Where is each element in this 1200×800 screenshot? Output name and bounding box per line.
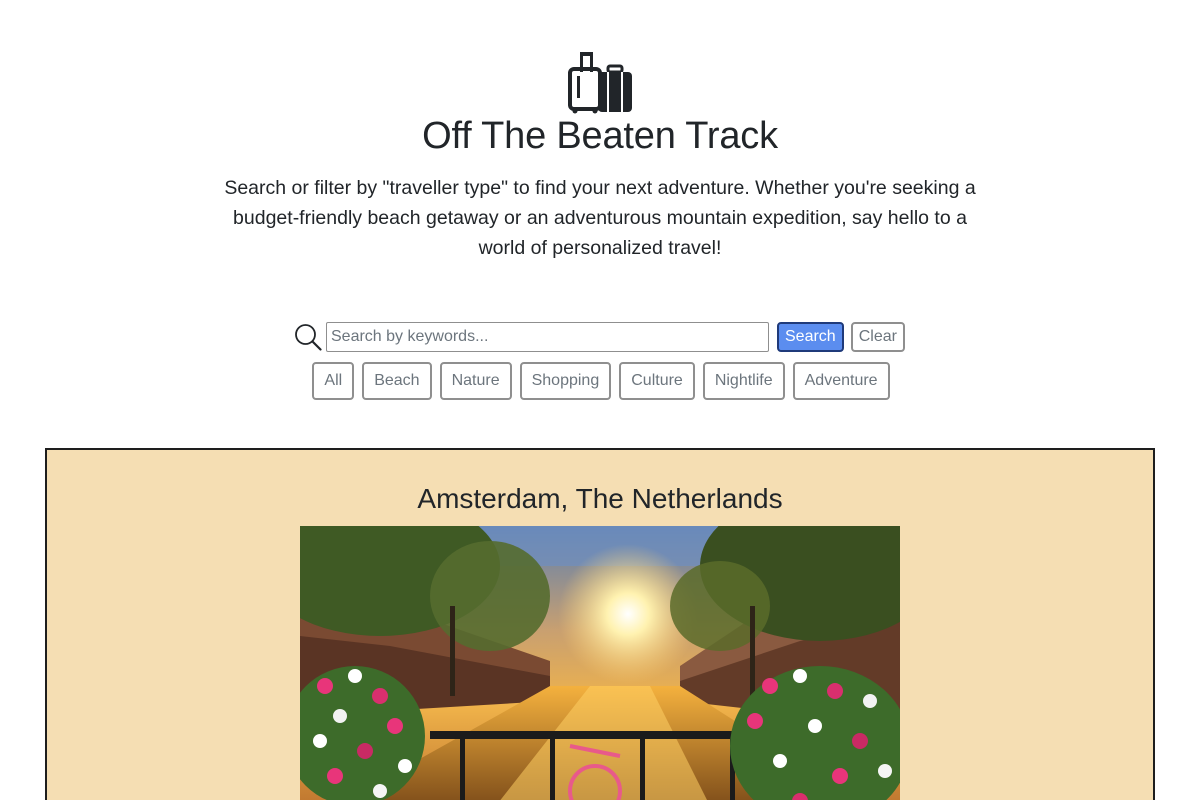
- luggage-icon: [568, 52, 632, 114]
- search-bar: Search Clear: [294, 322, 905, 352]
- traveller-type-filters: All Beach Nature Shopping Culture Nightl…: [0, 362, 1200, 400]
- page: Off The Beaten Track Search or filter by…: [0, 0, 1200, 800]
- site-header: Off The Beaten Track Search or filter by…: [0, 50, 1200, 263]
- clear-button[interactable]: Clear: [850, 322, 905, 352]
- filter-all-button[interactable]: All: [312, 362, 355, 400]
- tagline: Search or filter by "traveller type" to …: [224, 177, 976, 259]
- filter-nightlife-button[interactable]: Nightlife: [702, 362, 785, 400]
- search-icon: [295, 324, 322, 351]
- search-input[interactable]: [326, 322, 769, 352]
- filter-adventure-button[interactable]: Adventure: [792, 362, 890, 400]
- page-title: Off The Beaten Track: [422, 115, 778, 157]
- filter-nature-button[interactable]: Nature: [439, 362, 512, 400]
- filter-shopping-button[interactable]: Shopping: [519, 362, 612, 400]
- filter-beach-button[interactable]: Beach: [362, 362, 432, 400]
- destination-title: Amsterdam, The Netherlands: [417, 483, 783, 514]
- filter-culture-button[interactable]: Culture: [619, 362, 695, 400]
- destination-photo: [300, 526, 900, 800]
- search-button[interactable]: Search: [777, 322, 844, 352]
- destination-card: Amsterdam, The Netherlands: [45, 448, 1155, 800]
